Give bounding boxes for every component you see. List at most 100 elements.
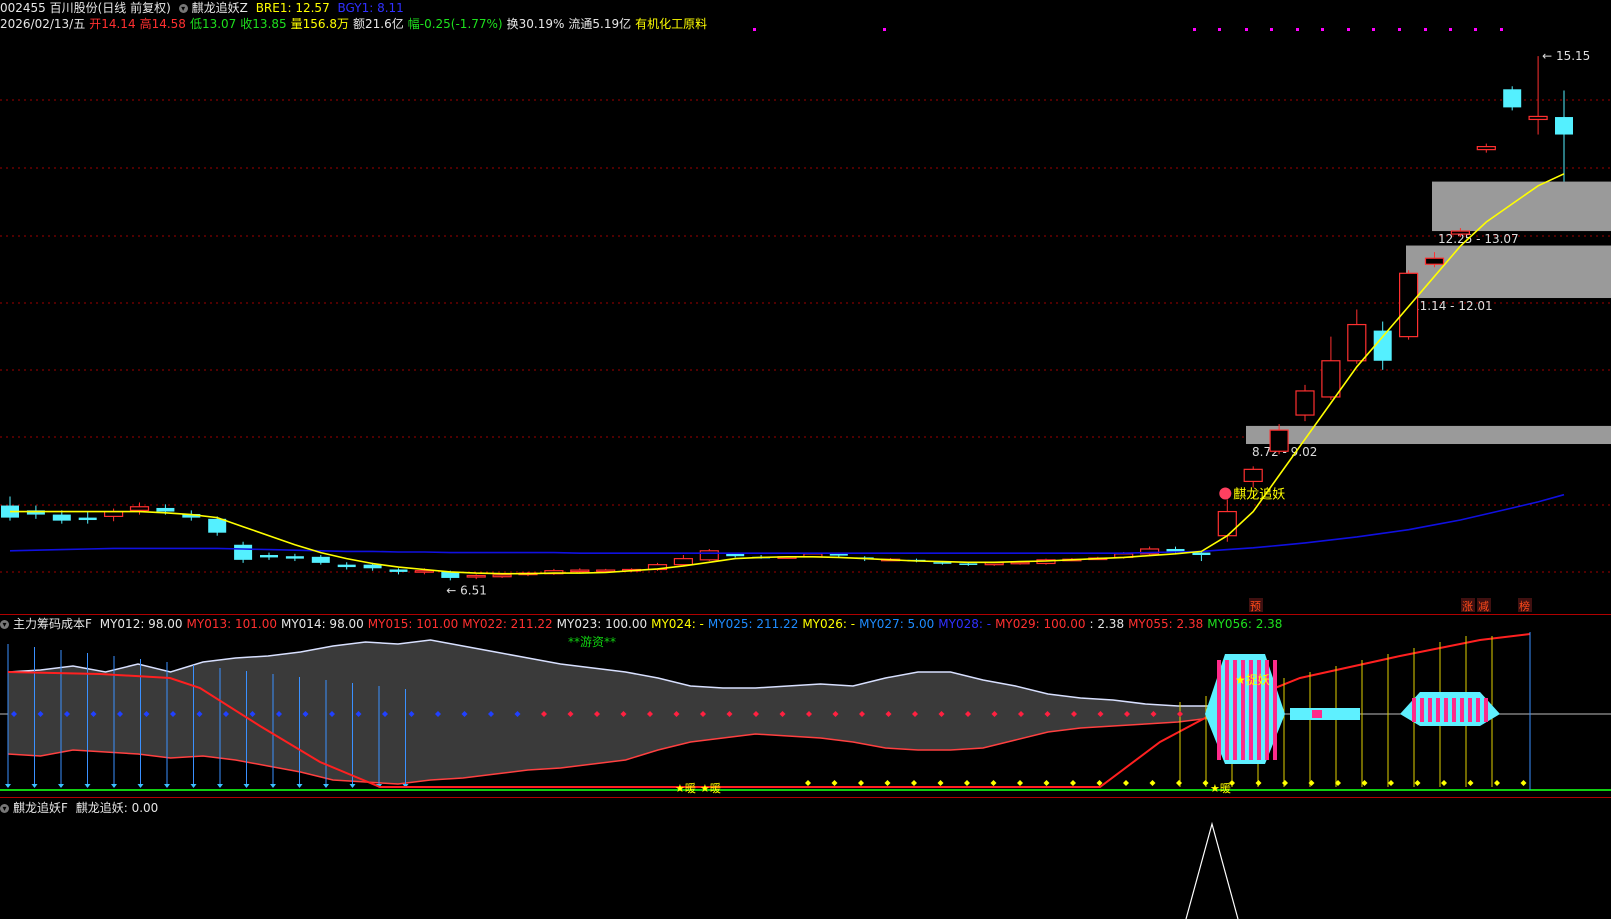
candle-body: [1321, 360, 1341, 398]
sub1-value-6: MY024: -: [651, 617, 704, 631]
candle-body: [1269, 429, 1289, 452]
floor-marker: [990, 780, 997, 786]
resistance-zone: [1432, 181, 1611, 232]
candle-body: [466, 574, 486, 578]
hot-money-bar: [1225, 660, 1229, 760]
floor-marker: [911, 780, 917, 786]
floor-marker: [964, 780, 970, 786]
sub1-title[interactable]: 主力筹码成本F: [13, 617, 92, 631]
top-signal-dot: [883, 28, 886, 31]
bottom-marker: 预: [1250, 600, 1261, 613]
small-marker: ★暖: [700, 782, 721, 795]
top-signal-dot: [1296, 28, 1299, 31]
cost-marker: [217, 784, 223, 788]
candle-body: [52, 514, 71, 521]
sub1-values: MY012: 98.00 MY013: 101.00 MY014: 98.00 MY0…: [100, 617, 1287, 631]
resistance-zone: [1406, 245, 1611, 299]
candle: [1476, 143, 1496, 153]
chip-cost-chart[interactable]: **游资** ★捉妖 ★暖 ★暖 ★暖: [0, 632, 1611, 797]
floor-marker: [1308, 780, 1315, 786]
sub1-value-1: MY013: 101.00: [186, 617, 277, 631]
candle-body: [1450, 230, 1471, 235]
sub1-value-11: MY029: 100.00: [995, 617, 1086, 631]
candle: [1555, 90, 1573, 182]
cost-marker: [5, 784, 11, 788]
floor-marker: [1176, 780, 1182, 786]
candle-body: [1192, 552, 1211, 556]
hot-money-bar: [1412, 698, 1416, 722]
candle-body: [1295, 390, 1315, 416]
hot-money-bar: [1476, 698, 1480, 722]
candle: [570, 568, 590, 573]
floor-marker: [1043, 780, 1050, 786]
candle: [1, 496, 19, 521]
candle-body: [208, 518, 227, 533]
sub1-value-7: MY025: 211.22: [707, 617, 799, 631]
candle: [389, 568, 408, 575]
candle-body: [1398, 272, 1419, 338]
candle-body: [1217, 510, 1237, 537]
sub1-value-5: MY023: 100.00: [556, 617, 648, 631]
hot-money-bar: [1444, 698, 1448, 722]
sub1-value-9: MY027: 5.00: [859, 617, 935, 631]
capture-label: ★捉妖: [1235, 672, 1270, 687]
sub1-value-13: MY055: 2.38: [1128, 617, 1204, 631]
zone-label: 11.14 - 12.01: [1412, 299, 1493, 313]
hot-money-bar: [1436, 698, 1440, 722]
top-signal-dot: [1500, 28, 1503, 31]
panel-divider[interactable]: [0, 614, 1611, 615]
cost-marker: [58, 784, 64, 788]
sub1-value-10: MY028: -: [938, 617, 992, 631]
bottom-marker: 涨: [1462, 600, 1473, 613]
signal-peak: [1185, 821, 1239, 919]
top-signal-dot: [1321, 28, 1324, 31]
cost-marker: [270, 784, 276, 788]
sub1-value-14: MY056: 2.38: [1207, 617, 1283, 631]
sub1-toggle-icon[interactable]: ▾: [0, 620, 9, 629]
top-signal-dot: [1424, 28, 1427, 31]
high-price-label: ← 15.15: [1542, 49, 1590, 63]
signal-chart[interactable]: [0, 816, 1611, 919]
cost-marker: [349, 784, 356, 788]
candle-body: [1166, 548, 1185, 552]
hot-money-bar: [1468, 698, 1472, 722]
candle-body: [311, 556, 330, 563]
floor-marker: [1441, 780, 1447, 786]
candle-body: [1528, 115, 1548, 121]
sub1-value-0: MY012: 98.00: [99, 617, 183, 631]
sub2-title[interactable]: 麒龙追妖F: [13, 801, 68, 815]
candle-body: [570, 569, 590, 573]
sub2-toggle-icon[interactable]: ▾: [0, 804, 9, 813]
candle-body: [129, 506, 150, 511]
cost-marker: [243, 784, 250, 788]
center-label: **游资**: [568, 635, 616, 649]
candle-body: [363, 564, 382, 569]
floor-marker: [1388, 780, 1394, 786]
hot-money-shape: [1290, 708, 1360, 720]
small-marker: ★暖: [675, 782, 696, 795]
candle-body: [260, 555, 278, 558]
zone-label: 12.25 - 13.07: [1438, 232, 1519, 246]
candle-body: [234, 544, 253, 560]
main-price-chart[interactable]: 12.25 - 13.0711.14 - 12.018.72 - 9.02← 1…: [0, 0, 1611, 614]
candle-body: [673, 558, 694, 566]
cost-marker: [164, 784, 170, 788]
top-signal-dot: [1193, 28, 1196, 31]
candle-body: [389, 569, 408, 572]
floor-marker: [1494, 780, 1500, 786]
small-marker: ★暖: [1210, 782, 1231, 795]
hot-money-bar: [1484, 698, 1488, 722]
signal-icon: [1219, 487, 1232, 500]
cost-marker: [111, 784, 117, 788]
floor-marker: [1255, 780, 1262, 786]
sub1-value-12: : 2.38: [1089, 617, 1125, 631]
top-signal-dot: [1372, 28, 1375, 31]
candle-body: [156, 507, 175, 512]
panel-divider-2[interactable]: [0, 797, 1611, 798]
floor-marker: [1070, 780, 1076, 786]
candle-body: [492, 574, 512, 578]
candle: [260, 552, 278, 560]
sub1-value-2: MY014: 98.00: [280, 617, 364, 631]
hot-money-bar: [1428, 698, 1432, 722]
floor-marker: [937, 780, 944, 786]
